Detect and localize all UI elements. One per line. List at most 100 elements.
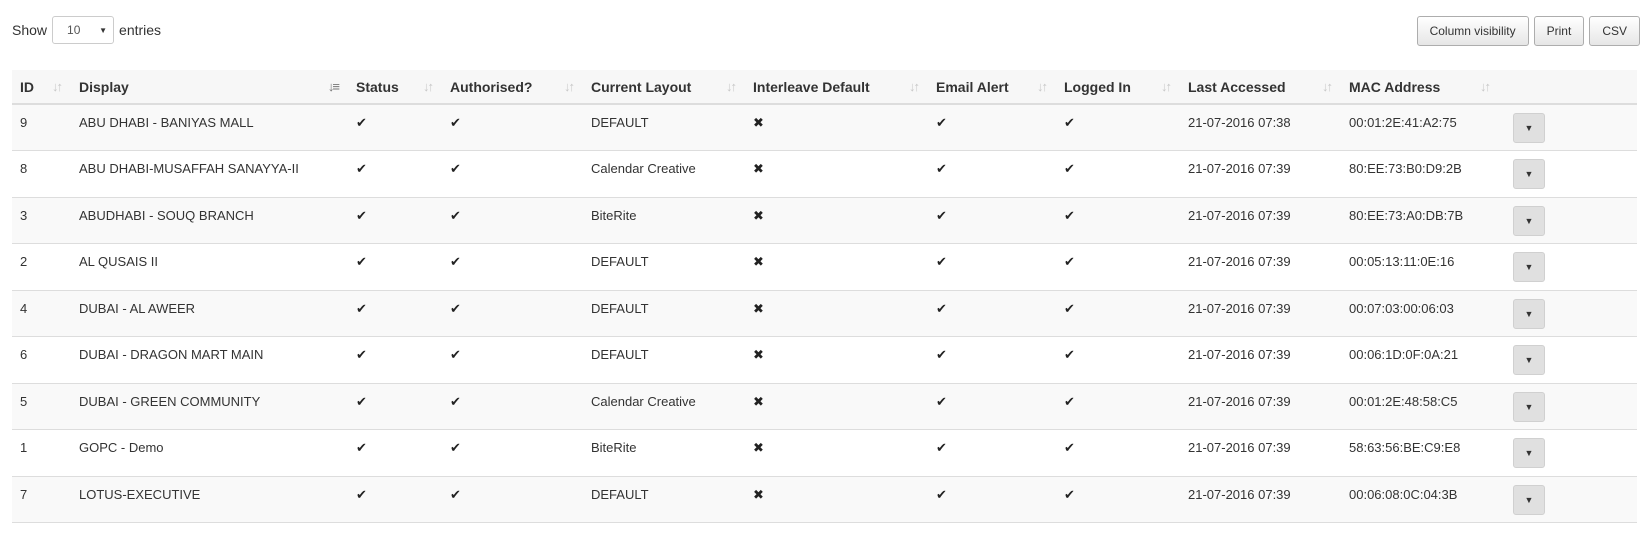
check-icon: ✔ [936,207,947,223]
check-icon: ✔ [450,300,461,316]
check-icon: ✔ [1064,207,1075,223]
cell-interleave-default: ✖ [745,383,928,430]
table-row: 2 AL QUSAIS II ✔ ✔ DEFAULT ✖ ✔ ✔ 21-07-2016 07:3… [12,243,1637,291]
cell-actions: ▼ [1499,336,1637,384]
column-header-current-layout[interactable]: Current Layout ↓↑ [583,70,745,105]
cell-email-alert: ✔ [928,150,1056,198]
cell-current-layout: BiteRite [583,197,745,244]
sort-icon: ↓↑ [1480,79,1491,94]
check-icon: ✔ [356,393,367,409]
page-length-select[interactable]: 10 ▼ [52,16,115,44]
cell-interleave-default: ✖ [745,290,928,337]
column-header-label: Interleave Default [753,78,870,95]
column-header-id[interactable]: ID ↓↑ [12,70,71,105]
column-header-email-alert[interactable]: Email Alert ↓↑ [928,70,1056,105]
column-visibility-button[interactable]: Column visibility [1416,16,1529,46]
table-row: 4 DUBAI - AL AWEER ✔ ✔ DEFAULT ✖ ✔ ✔ 21-07-2016 … [12,290,1637,337]
print-button[interactable]: Print [1533,16,1585,46]
column-header-label: Display [79,78,129,95]
column-header-status[interactable]: Status ↓↑ [348,70,442,105]
cell-email-alert: ✔ [928,290,1056,337]
csv-button[interactable]: CSV [1589,16,1640,46]
cell-id: 6 [12,336,71,384]
cell-status: ✔ [348,243,442,291]
cell-last-accessed: 21-07-2016 07:39 [1180,243,1341,291]
cell-logged-in: ✔ [1056,429,1180,477]
check-icon: ✔ [936,254,947,269]
cell-id: 9 [12,104,71,151]
cell-actions: ▼ [1499,383,1637,430]
cell-current-layout: BiteRite [583,429,745,477]
column-header-authorised[interactable]: Authorised? ↓↑ [442,70,583,105]
cell-actions: ▼ [1499,150,1637,198]
cell-display: ABU DHABI-MUSAFFAH SANAYYA-II [71,150,348,198]
cell-mac-address: 00:01:2E:41:A2:75 [1341,104,1499,151]
column-header-logged-in[interactable]: Logged In ↓↑ [1056,70,1180,105]
check-icon: ✔ [450,207,461,223]
cross-icon: ✖ [753,393,764,409]
column-header-label: Status [356,78,399,95]
row-actions-button[interactable]: ▼ [1513,484,1545,515]
cell-id: 4 [12,290,71,337]
column-header-interleave-default[interactable]: Interleave Default ↓↑ [745,70,928,105]
table-row: 1 GOPC - Demo ✔ ✔ BiteRite ✖ ✔ ✔ 21-07-2016 07:3… [12,429,1637,477]
cell-display: GOPC - Demo [71,429,348,477]
row-actions-button[interactable]: ▼ [1513,345,1545,375]
caret-down-icon: ▼ [1524,494,1534,505]
cell-current-layout: DEFAULT [583,336,745,384]
check-icon: ✔ [356,207,367,223]
column-header-mac-address[interactable]: MAC Address ↓↑ [1341,70,1499,105]
row-actions-button[interactable]: ▼ [1513,205,1545,236]
check-icon: ✔ [1064,300,1075,316]
page-length-value: 10 [67,23,81,37]
column-header-label: Current Layout [591,78,692,95]
check-icon: ✔ [936,300,947,316]
row-actions-button[interactable]: ▼ [1513,438,1545,468]
entries-label: entries [119,22,162,38]
show-label: Show [12,22,48,38]
check-icon: ✔ [1064,440,1075,455]
check-icon: ✔ [356,347,367,362]
row-actions-button[interactable]: ▼ [1513,159,1545,189]
check-icon: ✔ [1064,161,1075,176]
check-icon: ✔ [356,115,367,130]
cell-mac-address: 00:05:13:11:0E:16 [1341,243,1499,291]
caret-down-icon: ▼ [1524,215,1534,226]
row-actions-button[interactable]: ▼ [1513,113,1545,143]
check-icon: ✔ [356,486,367,502]
cell-interleave-default: ✖ [745,150,928,198]
cell-email-alert: ✔ [928,243,1056,291]
cell-mac-address: 80:EE:73:B0:D9:2B [1341,150,1499,198]
row-actions-button[interactable]: ▼ [1513,298,1545,329]
cell-display: ABU DHABI - BANIYAS MALL [71,104,348,151]
cell-id: 7 [12,476,71,523]
check-icon: ✔ [1064,347,1075,362]
cell-actions: ▼ [1499,197,1637,244]
sort-icon: ↓↑ [726,79,737,94]
cell-display: DUBAI - DRAGON MART MAIN [71,336,348,384]
cell-display: DUBAI - AL AWEER [71,290,348,337]
column-header-label: ID [20,78,34,95]
cross-icon: ✖ [753,486,764,502]
check-icon: ✔ [450,115,461,130]
cell-id: 8 [12,150,71,198]
table-row: 7 LOTUS-EXECUTIVE ✔ ✔ DEFAULT ✖ ✔ ✔ 21-07-2016 0… [12,476,1637,523]
cell-id: 1 [12,429,71,477]
cell-email-alert: ✔ [928,383,1056,430]
table-row: 5 DUBAI - GREEN COMMUNITY ✔ ✔ Calendar Creat… [12,383,1637,430]
cell-logged-in: ✔ [1056,104,1180,151]
cell-logged-in: ✔ [1056,476,1180,523]
cell-last-accessed: 21-07-2016 07:39 [1180,197,1341,244]
column-header-last-accessed[interactable]: Last Accessed ↓↑ [1180,70,1341,105]
cell-status: ✔ [348,290,442,337]
column-header-label: MAC Address [1349,78,1441,95]
caret-down-icon: ▼ [1524,355,1534,365]
cell-current-layout: DEFAULT [583,243,745,291]
column-header-display[interactable]: Display ↓≡ [71,70,348,105]
row-actions-button[interactable]: ▼ [1513,391,1545,422]
cross-icon: ✖ [753,254,764,269]
cell-current-layout: DEFAULT [583,476,745,523]
cell-status: ✔ [348,336,442,384]
cell-status: ✔ [348,383,442,430]
row-actions-button[interactable]: ▼ [1513,252,1545,282]
